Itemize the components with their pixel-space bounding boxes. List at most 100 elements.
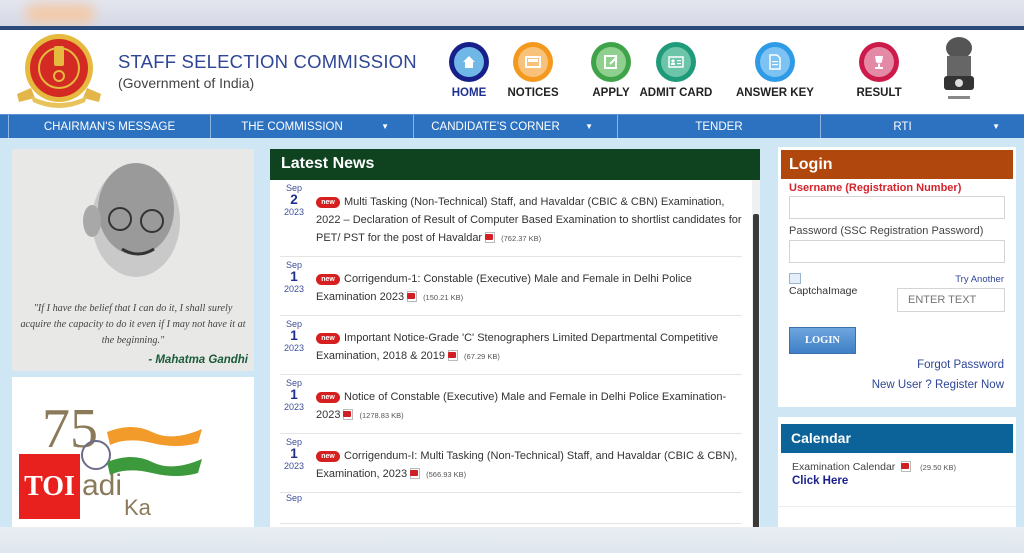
nav-label: RTI (893, 120, 912, 133)
login-button[interactable]: LOGIN (789, 327, 856, 354)
news-text-block: new Important Notice-Grade 'C' Stenograph… (316, 329, 742, 366)
nav-label: CANDIDATE'S CORNER (431, 120, 560, 133)
left-column: "If I have the belief that I can do it, … (12, 149, 254, 537)
calendar-body: Examination Calendar (29.50 KB) Click He… (778, 453, 1016, 507)
username-label: Username (Registration Number) (789, 182, 962, 194)
nav-label: TENDER (695, 120, 743, 133)
nav-candidate-s-corner[interactable]: CANDIDATE'S CORNER ▼ (413, 115, 617, 138)
quote-text: "If I have the belief that I can do it, … (20, 303, 246, 346)
captcha-alt-text: CaptchaImage (789, 285, 858, 297)
news-text-block: new Multi Tasking (Non-Technical) Staff, … (316, 193, 742, 248)
news-day: 1 (290, 446, 298, 461)
quick-link-label: APPLY (592, 87, 630, 99)
news-month: Sep (285, 493, 302, 503)
quick-link-circle[interactable] (655, 42, 696, 82)
main-nav: CHAIRMAN'S MESSAGE THE COMMISSION ▼ CANDIDA… (0, 114, 1024, 138)
news-link[interactable]: Important Notice-Grade 'C' Stenographers… (316, 332, 718, 362)
pdf-icon[interactable] (485, 232, 496, 243)
quick-link-circle[interactable] (513, 42, 554, 82)
chevron-down-icon[interactable]: ▼ (585, 122, 593, 131)
azadi-ka-amrit-mahotsav-banner[interactable]: 75 adi Ka TOI (12, 377, 254, 537)
nav-tender[interactable]: TENDER (617, 115, 820, 138)
ssc-logo-icon[interactable] (13, 32, 105, 110)
file-size: (29.50 KB) (920, 463, 957, 472)
forgot-password-link[interactable]: Forgot Password (917, 359, 1004, 371)
latest-news-panel: Latest News Sep 2 2023 new Multi Tasking (No… (270, 149, 760, 544)
gandhi-quote-card: "If I have the belief that I can do it, … (12, 149, 254, 371)
quick-link-home[interactable]: HOME (449, 42, 489, 99)
news-scrollbar-thumb[interactable] (753, 214, 759, 544)
azadi-text: adi (82, 469, 123, 502)
username-input[interactable] (789, 196, 1005, 219)
new-badge-icon: new (316, 333, 340, 344)
news-text-block: new Notice of Constable (Executive) Male … (316, 388, 742, 425)
notice-board-icon (525, 56, 542, 68)
new-badge-icon: new (316, 392, 340, 403)
nav-the-commission[interactable]: THE COMMISSION ▼ (210, 115, 413, 138)
quick-link-answer-key[interactable]: ANSWER KEY (736, 42, 814, 99)
news-year: 2023 (283, 207, 305, 217)
file-size: (566.93 KB) (426, 470, 467, 479)
exam-calendar-label: Examination Calendar (792, 461, 896, 473)
quick-link-inner (759, 47, 790, 77)
new-badge-icon: new (316, 274, 340, 285)
news-link[interactable]: Corrigendum-1: Constable (Executive) Mal… (316, 273, 692, 303)
id-card-icon (668, 56, 684, 68)
svg-text:75: 75 (42, 398, 98, 460)
news-text-block: new Corrigendum-1: Constable (Executive) … (316, 270, 742, 307)
news-day: 1 (290, 269, 298, 284)
news-item[interactable]: Sep 1 2023 new Notice of Constable (Executiv… (280, 375, 742, 434)
quick-link-circle[interactable] (754, 42, 795, 82)
file-size: (67.29 KB) (464, 352, 500, 361)
quick-link-result[interactable]: RESULT (857, 42, 902, 99)
quick-link-inner (518, 47, 549, 77)
calendar-panel: Calendar Examination Calendar (29.50 KB)… (778, 417, 1016, 542)
news-text-block: new Corrigendum-I: Multi Tasking (Non-Tec… (316, 447, 742, 484)
login-panel: Login Username (Registration Number) Pas… (778, 147, 1016, 407)
password-input[interactable] (789, 240, 1005, 263)
org-title: STAFF SELECTION COMMISSION (118, 51, 417, 72)
news-list: Sep 2 2023 new Multi Tasking (Non-Technical)… (270, 180, 752, 540)
news-item[interactable]: Sep 1 2023 new Corrigendum-I: Multi Tasking … (280, 434, 742, 493)
nav-label: THE COMMISSION (241, 120, 343, 133)
document-icon (769, 54, 781, 70)
chevron-down-icon[interactable]: ▼ (992, 122, 1000, 131)
pdf-icon[interactable] (410, 468, 421, 479)
pdf-icon[interactable] (448, 350, 459, 361)
quick-link-admit-card[interactable]: ADMIT CARD (640, 42, 712, 99)
browser-top-strip (0, 0, 1024, 26)
quick-link-circle[interactable] (859, 42, 900, 82)
org-subtitle: (Government of India) (118, 75, 255, 91)
new-badge-icon: new (316, 451, 340, 462)
pdf-icon[interactable] (343, 409, 354, 420)
chevron-down-icon[interactable]: ▼ (381, 122, 389, 131)
login-title: Login (781, 150, 1013, 179)
quick-link-notices[interactable]: NOTICES (508, 42, 559, 99)
news-item[interactable]: Sep (280, 493, 742, 524)
nav-chairman-s-message[interactable]: CHAIRMAN'S MESSAGE (8, 115, 210, 138)
news-date: Sep (280, 493, 308, 503)
pdf-icon[interactable] (901, 461, 912, 472)
quick-link-circle[interactable] (591, 42, 631, 82)
news-link[interactable]: Corrigendum-I: Multi Tasking (Non-Techni… (316, 450, 737, 480)
pdf-icon[interactable] (407, 291, 418, 302)
try-another-link[interactable]: Try Another (955, 274, 1004, 285)
password-label: Password (SSC Registration Password) (789, 225, 984, 237)
news-item[interactable]: Sep 2 2023 new Multi Tasking (Non-Technical)… (280, 180, 742, 257)
news-scrollbar[interactable] (752, 180, 760, 544)
broken-image-icon (789, 273, 801, 284)
captcha-input[interactable] (897, 288, 1005, 312)
news-year: 2023 (283, 402, 305, 412)
site-header: STAFF SELECTION COMMISSION (Government o… (0, 30, 1024, 114)
nav-rti[interactable]: RTI ▼ (820, 115, 1024, 138)
register-link[interactable]: New User ? Register Now (872, 379, 1004, 391)
bottom-blur-strip (0, 527, 1024, 553)
calendar-title: Calendar (781, 424, 1013, 453)
calendar-click-here-link[interactable]: Click Here (792, 475, 1002, 487)
news-item[interactable]: Sep 1 2023 new Corrigendum-1: Constable (Exe… (280, 257, 742, 316)
quick-link-label: ANSWER KEY (736, 87, 814, 99)
news-item[interactable]: Sep 1 2023 new Important Notice-Grade 'C' St… (280, 316, 742, 375)
quick-link-apply[interactable]: APPLY (591, 42, 631, 99)
file-size: (762.37 KB) (501, 234, 542, 243)
quick-link-circle[interactable] (449, 42, 489, 82)
